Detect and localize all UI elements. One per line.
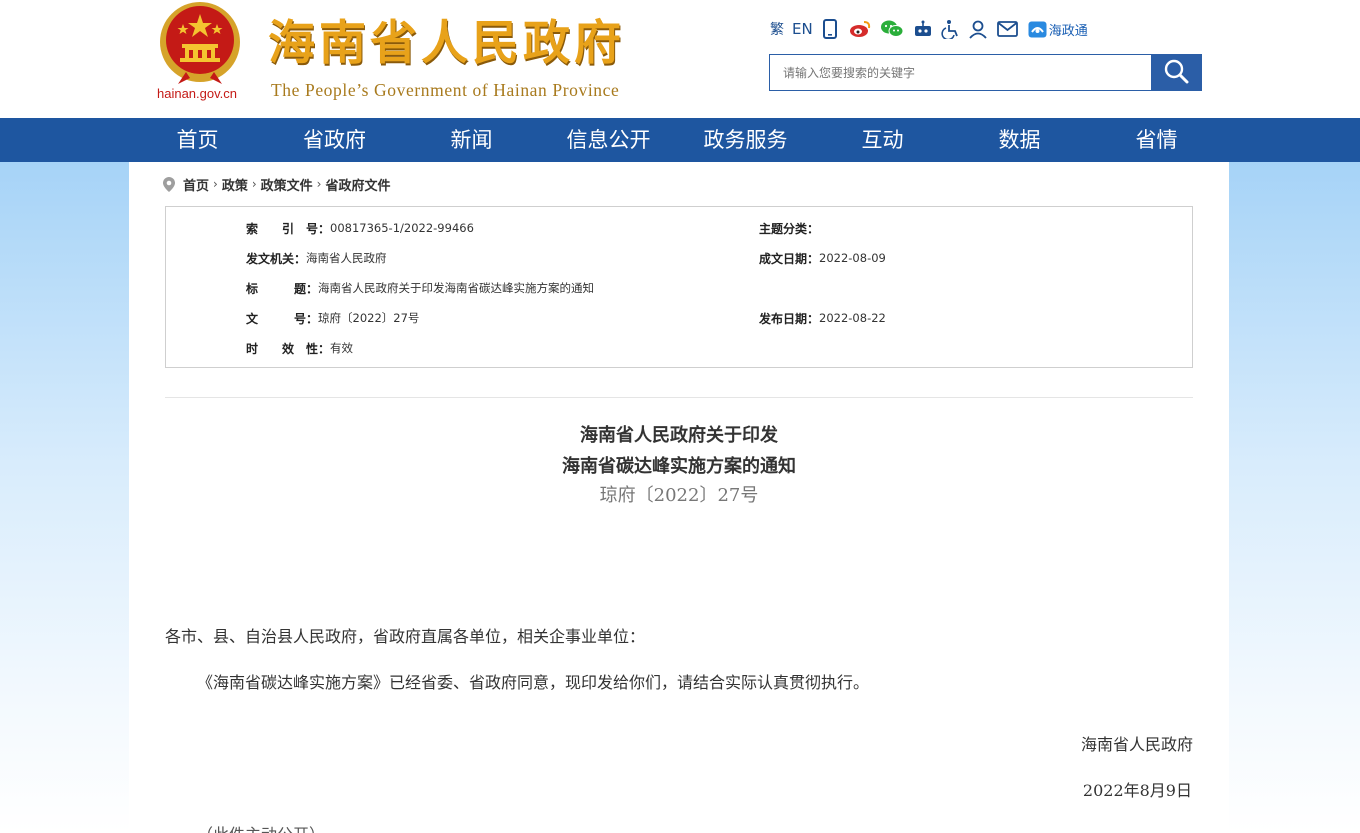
meta-docno-value: 琼府〔2022〕27号 bbox=[318, 311, 420, 325]
document-salutation: 各市、县、自治县人民政府，省政府直属各单位，相关企事业单位： bbox=[165, 627, 646, 646]
meta-row-docno: 文 号： 琼府〔2022〕27号 bbox=[246, 308, 419, 328]
meta-row-issuer: 发文机关： 海南省人民政府 bbox=[246, 248, 387, 268]
national-emblem-logo[interactable] bbox=[156, 0, 244, 86]
meta-issuer-label: 发文机关： bbox=[246, 251, 307, 266]
nav-provincial-government[interactable]: 省政府 bbox=[266, 118, 403, 162]
meta-issuer-value: 海南省人民政府 bbox=[306, 251, 387, 265]
location-pin-icon bbox=[163, 176, 175, 192]
user-icon[interactable] bbox=[969, 16, 987, 42]
nav-home[interactable]: 首页 bbox=[129, 118, 266, 162]
meta-docno-label: 文 号： bbox=[246, 311, 319, 326]
mobile-icon[interactable] bbox=[822, 16, 837, 42]
header-toolbar: 繁 EN 海政通 bbox=[770, 16, 1096, 42]
nav-interaction[interactable]: 互动 bbox=[814, 118, 951, 162]
meta-row-validity: 时 效 性： 有效 bbox=[246, 338, 353, 358]
site-domain: hainan.gov.cn bbox=[157, 86, 237, 101]
meta-row-title: 标 题： 海南省人民政府关于印发海南省碳达峰实施方案的通知 bbox=[246, 278, 594, 298]
mail-icon[interactable] bbox=[996, 16, 1018, 42]
document-number: 琼府〔2022〕27号 bbox=[599, 485, 759, 506]
meta-row-index: 索 引 号： 00817365-1/2022-99466 bbox=[246, 218, 474, 238]
search-icon bbox=[1163, 58, 1189, 87]
english-link[interactable]: EN bbox=[792, 16, 813, 42]
meta-title-value: 海南省人民政府关于印发海南省碳达峰实施方案的通知 bbox=[318, 281, 595, 295]
chevron-right-icon: › bbox=[316, 177, 322, 191]
document-title-line2: 海南省碳达峰实施方案的通知 bbox=[562, 456, 796, 477]
meta-row-published: 发布日期： 2022-08-22 bbox=[759, 308, 886, 328]
document-paragraph: 《海南省碳达峰实施方案》已经省委、省政府同意，现印发给你们，请结合实际认真贯彻执… bbox=[197, 673, 870, 692]
main-nav: 首页 省政府 新闻 信息公开 政务服务 互动 数据 省情 bbox=[0, 118, 1360, 162]
meta-published-label: 发布日期： bbox=[759, 311, 820, 326]
meta-index-label: 索 引 号： bbox=[246, 221, 331, 236]
weibo-icon[interactable] bbox=[849, 16, 871, 42]
document-metadata-table: 索 引 号： 00817365-1/2022-99466 主题分类： 发文机关：… bbox=[165, 206, 1193, 368]
site-header: hainan.gov.cn 海南省人民政府 The People’s Gover… bbox=[0, 0, 1360, 118]
nav-data[interactable]: 数据 bbox=[951, 118, 1088, 162]
traditional-chinese-link[interactable]: 繁 bbox=[770, 16, 784, 42]
document-footnote: （此件主动公开） bbox=[197, 823, 325, 833]
meta-index-value: 00817365-1/2022-99466 bbox=[330, 221, 474, 235]
meta-title-label: 标 题： bbox=[246, 281, 319, 296]
breadcrumb: 首页 › 政策 › 政策文件 › 省政府文件 bbox=[163, 174, 391, 194]
breadcrumb-policy-documents[interactable]: 政策文件 bbox=[261, 175, 313, 194]
nav-government-services[interactable]: 政务服务 bbox=[677, 118, 814, 162]
nav-news[interactable]: 新闻 bbox=[403, 118, 540, 162]
haizhengtong-label: 海政通 bbox=[1048, 23, 1088, 39]
document-title-line1: 海南省人民政府关于印发 bbox=[580, 425, 778, 446]
robot-icon[interactable] bbox=[913, 16, 933, 42]
chevron-right-icon: › bbox=[213, 177, 218, 191]
site-title-cn[interactable]: 海南省人民政府 bbox=[268, 14, 625, 74]
breadcrumb-policy[interactable]: 政策 bbox=[222, 175, 248, 194]
search-button[interactable] bbox=[1151, 55, 1201, 90]
accessibility-icon[interactable] bbox=[941, 16, 961, 42]
document-signer: 海南省人民政府 bbox=[1080, 735, 1193, 754]
breadcrumb-home[interactable]: 首页 bbox=[183, 175, 209, 194]
haizhengtong-link[interactable]: 海政通 bbox=[1028, 16, 1088, 42]
meta-row-category: 主题分类： bbox=[759, 218, 819, 238]
search-box bbox=[769, 54, 1202, 91]
meta-category-label: 主题分类： bbox=[759, 221, 820, 236]
site-title-en: The People’s Government of Hainan Provin… bbox=[271, 80, 620, 100]
divider bbox=[165, 397, 1193, 398]
meta-validity-label: 时 效 性： bbox=[246, 341, 331, 356]
document-sign-date: 2022年8月9日 bbox=[1082, 781, 1192, 800]
meta-created-label: 成文日期： bbox=[759, 251, 820, 266]
chevron-right-icon: › bbox=[251, 177, 257, 191]
document-title: 海南省人民政府关于印发 海南省碳达峰实施方案的通知 bbox=[165, 420, 1193, 482]
haizhengtong-icon bbox=[1028, 21, 1047, 38]
meta-validity-value: 有效 bbox=[330, 341, 354, 355]
meta-row-created: 成文日期： 2022-08-09 bbox=[759, 248, 886, 268]
meta-published-value: 2022-08-22 bbox=[819, 311, 886, 325]
breadcrumb-provincial-documents[interactable]: 省政府文件 bbox=[325, 175, 390, 194]
nav-province-info[interactable]: 省情 bbox=[1088, 118, 1225, 162]
meta-created-value: 2022-08-09 bbox=[819, 251, 886, 265]
wechat-icon[interactable] bbox=[880, 16, 904, 42]
search-input[interactable] bbox=[770, 55, 1151, 90]
nav-information-disclosure[interactable]: 信息公开 bbox=[540, 118, 677, 162]
